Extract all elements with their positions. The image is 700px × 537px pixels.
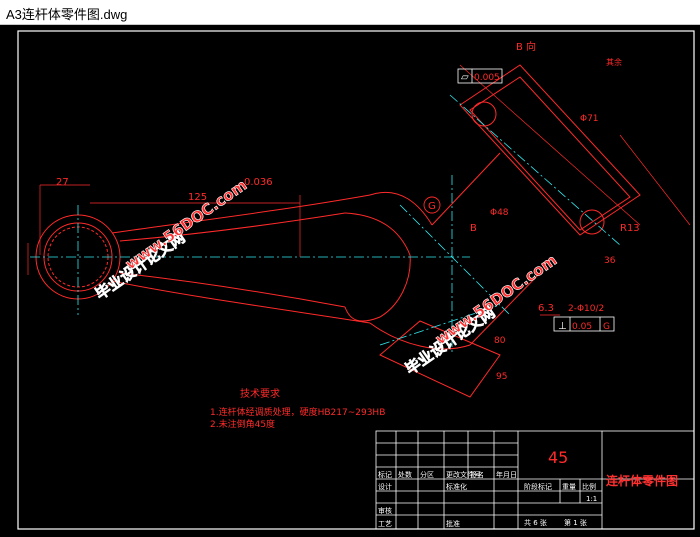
- dim-36: 36: [604, 256, 616, 266]
- technical-requirements: 技术要求 1.连杆体经调质处理，硬度HB217~293HB 2.未注倒角45度: [210, 387, 385, 430]
- label-mark: 标记: [378, 470, 392, 479]
- flatness-value: 0.005: [474, 73, 500, 83]
- perpendicular-value: 0.05: [572, 322, 592, 332]
- dim-b-view-right: [619, 134, 691, 226]
- watermark-4: www.56DOC.com: [432, 251, 560, 348]
- section-view-label: B 向: [516, 40, 536, 53]
- dim-r13: R13: [620, 223, 640, 234]
- big-end-inner: [344, 212, 411, 322]
- datum-b-label: B: [470, 223, 477, 234]
- big-end-top: [369, 191, 433, 226]
- label-scale: 比例: [582, 482, 596, 491]
- dim-0036: 0.036: [244, 177, 273, 188]
- tech-req-line2: 2.未注倒角45度: [210, 418, 275, 430]
- label-weight: 重量: [562, 483, 576, 491]
- dim-80: 80: [494, 336, 506, 346]
- dim-phi48: Φ48: [490, 208, 509, 218]
- svg-text:⊥: ⊥: [558, 321, 567, 332]
- watermark-2: www.56DOC.com: [122, 176, 250, 273]
- annotations: B 向 其余 27 125 0.036 B 6.3 2-Φ10/2 R13 Φ7…: [56, 40, 640, 382]
- window-title: A3连杆体零件图.dwg: [6, 7, 128, 22]
- label-count: 处数: [398, 470, 412, 479]
- window-titlebar: A3连杆体零件图.dwg: [0, 0, 700, 25]
- connecting-rod-front-view: [35, 64, 641, 398]
- dim-phi71: Φ71: [580, 114, 599, 124]
- label-design: 设计: [378, 482, 392, 491]
- hole-spec: 2-Φ10/2: [568, 304, 604, 314]
- scale-value: 1:1: [586, 495, 597, 503]
- dim-63: 6.3: [538, 303, 554, 314]
- label-approve: 批准: [446, 519, 460, 528]
- datum-g-label: G: [428, 201, 436, 212]
- sheet-number: 第 1 张: [564, 518, 587, 527]
- dim-27: 27: [56, 177, 69, 188]
- drawing-svg: ▱ 0.005 ⊥ 0.05 G G B 向 其余 27 125 0.036 B…: [17, 30, 695, 530]
- perpendicular-datum: G: [603, 322, 610, 332]
- shank-top-edge: [111, 194, 371, 234]
- label-date: 年月日: [496, 470, 517, 479]
- tech-req-line1: 1.连杆体经调质处理，硬度HB217~293HB: [210, 406, 385, 418]
- cad-drawing-canvas[interactable]: ▱ 0.005 ⊥ 0.05 G G B 向 其余 27 125 0.036 B…: [0, 25, 700, 532]
- label-sign: 签名: [470, 470, 484, 479]
- shank-bottom-edge: [111, 280, 371, 324]
- dim-b-view-outer: [459, 64, 641, 226]
- label-review: 审核: [378, 506, 392, 515]
- b-view-bolt-hole-top: [471, 101, 497, 127]
- part-name: 连杆体零件图: [606, 473, 678, 488]
- watermarks: 毕业设计论文网 www.56DOC.com 毕业设计论文网 www.56DOC.…: [92, 176, 561, 379]
- roughness-note: 其余: [606, 57, 622, 67]
- b-view-body: [459, 64, 641, 236]
- svg-text:▱: ▱: [461, 72, 469, 83]
- tech-req-heading: 技术要求: [240, 387, 280, 400]
- dim-95: 95: [496, 372, 507, 382]
- material-value: 45: [548, 448, 568, 467]
- sheets-total: 共 6 张: [524, 518, 547, 527]
- label-process: 工艺: [378, 520, 392, 528]
- perpendicular-frame: ⊥ 0.05 G: [553, 316, 615, 332]
- flatness-frame: ▱ 0.005: [457, 68, 503, 84]
- label-zone: 分区: [420, 470, 434, 479]
- label-standardization: 标准化: [446, 482, 467, 491]
- label-stage: 阶段标记: [524, 482, 552, 491]
